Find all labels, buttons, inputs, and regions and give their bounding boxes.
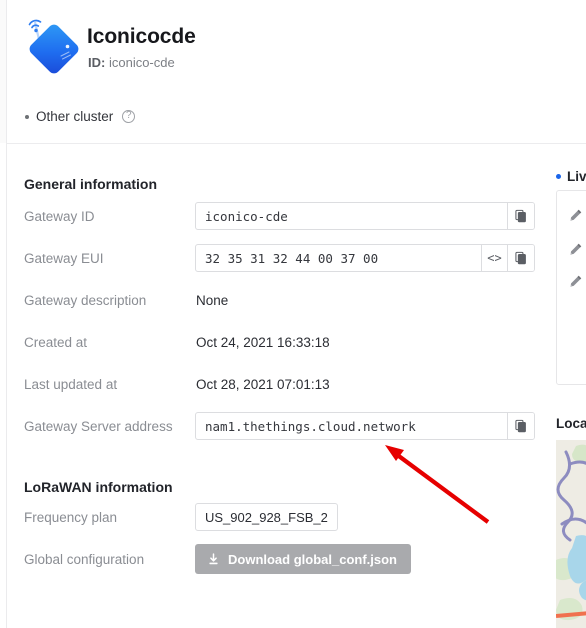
gateway-description-value: None bbox=[196, 293, 229, 308]
live-data-panel bbox=[556, 190, 586, 385]
download-global-conf-button-label: Download global_conf.json bbox=[228, 551, 397, 567]
frequency-plan-value: US_902_928_FSB_2 bbox=[205, 509, 328, 525]
general-information-heading: General information bbox=[24, 176, 158, 192]
live-status-dot-icon bbox=[556, 174, 561, 179]
download-icon bbox=[207, 552, 220, 566]
gateway-id-label: Gateway ID bbox=[24, 209, 95, 224]
gateway-details-content: General information Gateway ID iconico-c… bbox=[7, 144, 540, 628]
location-heading-label: Locat bbox=[556, 416, 586, 431]
gateway-id-subtitle-value: iconico-cde bbox=[108, 55, 175, 70]
download-global-conf-button[interactable]: Download global_conf.json bbox=[195, 544, 411, 574]
gateway-id-subtitle-prefix: ID: bbox=[88, 55, 106, 70]
gateway-id-subtitle: ID: iconico-cde bbox=[88, 54, 175, 71]
location-heading: Locat bbox=[556, 416, 586, 431]
gateway-server-address-label: Gateway Server address bbox=[24, 419, 173, 434]
cluster-indicator: Other cluster bbox=[25, 109, 136, 124]
location-map[interactable]: . bbox=[556, 440, 586, 628]
copy-icon[interactable] bbox=[507, 245, 534, 271]
gateway-description-label: Gateway description bbox=[24, 293, 147, 308]
last-updated-at-value: Oct 28, 2021 07:01:13 bbox=[196, 377, 330, 392]
right-sidebar: Liv Loca bbox=[541, 144, 586, 628]
gateway-server-address-field[interactable]: nam1.thethings.cloud.network bbox=[195, 412, 535, 440]
question-mark-circle-icon[interactable] bbox=[122, 109, 136, 123]
copy-icon[interactable] bbox=[507, 413, 534, 439]
lorawan-gateway-icon bbox=[21, 14, 83, 76]
gateway-overview-page: Iconicocde ID: iconico-cde Other cluster… bbox=[0, 0, 586, 628]
created-at-label: Created at bbox=[24, 335, 88, 350]
page-title: Iconicocde bbox=[87, 25, 196, 48]
frequency-plan-label: Frequency plan bbox=[24, 510, 118, 525]
cluster-label: Other cluster bbox=[36, 109, 114, 124]
angle-brackets-icon[interactable]: <> bbox=[481, 245, 507, 271]
gateway-eui-label: Gateway EUI bbox=[24, 251, 104, 266]
pencil-icon[interactable] bbox=[568, 208, 583, 223]
gateway-eui-field[interactable]: 32 35 31 32 44 00 37 00 <> bbox=[195, 244, 535, 272]
gateway-id-field[interactable]: iconico-cde bbox=[195, 202, 535, 230]
live-data-heading-label: Liv bbox=[567, 169, 586, 184]
pencil-icon[interactable] bbox=[568, 242, 583, 257]
lorawan-information-heading: LoRaWAN information bbox=[24, 479, 173, 495]
pencil-icon[interactable] bbox=[568, 274, 583, 289]
copy-icon[interactable] bbox=[507, 203, 534, 229]
global-configuration-label: Global configuration bbox=[24, 552, 145, 567]
created-at-value: Oct 24, 2021 16:33:18 bbox=[196, 335, 330, 350]
live-data-heading[interactable]: Liv bbox=[556, 169, 586, 184]
cluster-bullet-icon bbox=[25, 114, 29, 119]
gateway-header: Iconicocde ID: iconico-cde Other cluster bbox=[7, 0, 586, 143]
gateway-eui-value: 32 35 31 32 44 00 37 00 bbox=[205, 250, 379, 266]
gateway-id-value: iconico-cde bbox=[205, 208, 288, 224]
frequency-plan-value-box[interactable]: US_902_928_FSB_2 bbox=[195, 503, 338, 531]
last-updated-at-label: Last updated at bbox=[24, 377, 118, 392]
gateway-server-address-value: nam1.thethings.cloud.network bbox=[205, 418, 416, 434]
